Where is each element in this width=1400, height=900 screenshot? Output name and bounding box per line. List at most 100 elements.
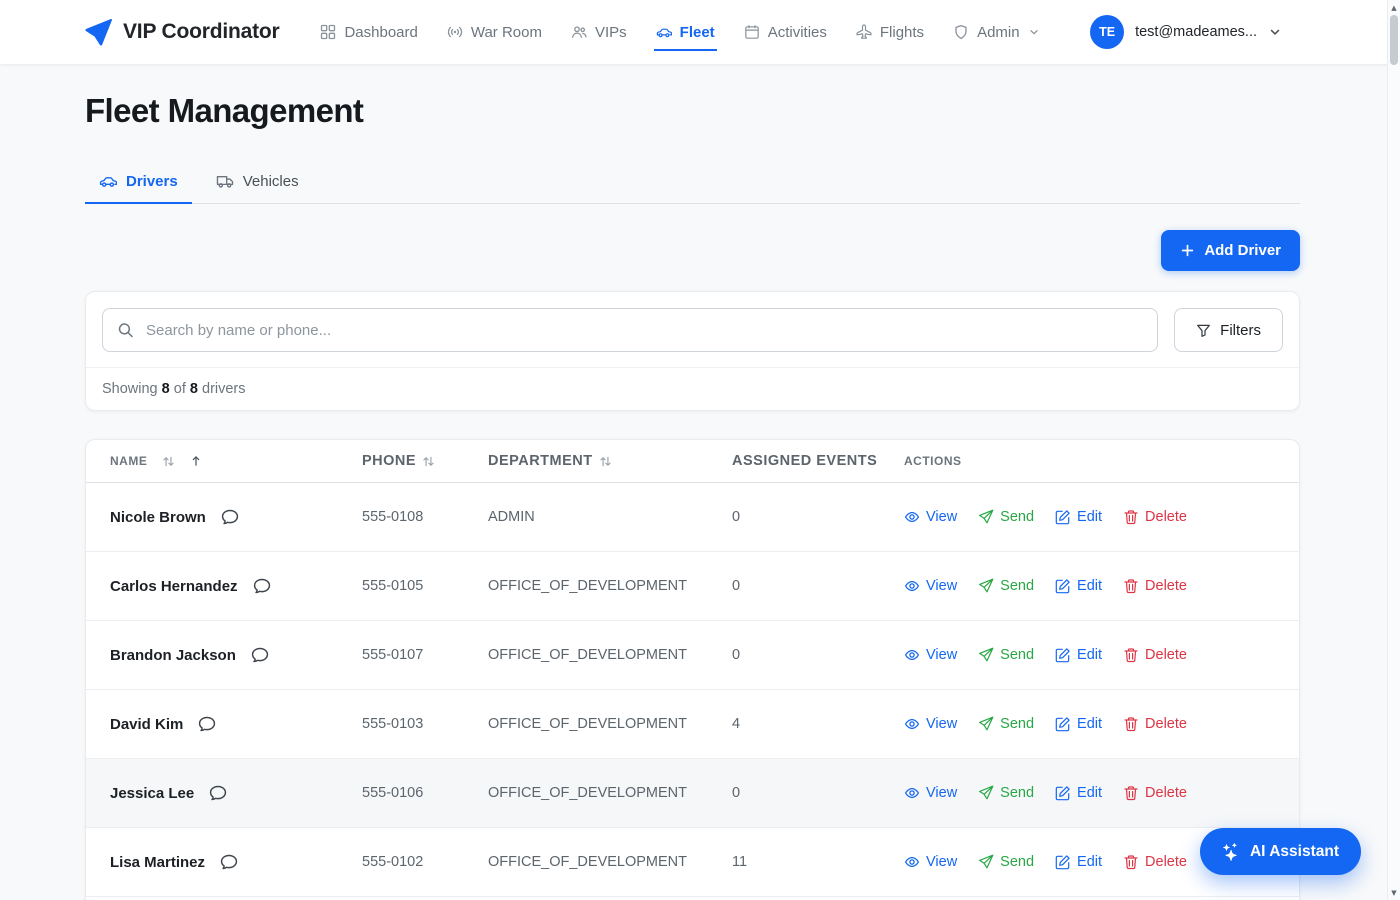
send-icon [978,578,994,594]
main-nav: Dashboard War Room VIPs Fleet Activities… [309,17,1090,48]
ai-assistant-label: AI Assistant [1250,843,1339,861]
driver-department: ADMIN [488,509,732,525]
edit-icon [1055,647,1071,663]
trash-icon [1123,854,1139,870]
name-cell: Carlos Hernandez [86,577,362,595]
edit-button[interactable]: Edit [1055,785,1102,801]
search-input[interactable] [102,308,1158,352]
view-button[interactable]: View [904,854,957,870]
column-header-actions: ACTIONS [904,454,1299,468]
driver-name: Brandon Jackson [110,647,236,664]
chat-button[interactable] [251,646,269,664]
edit-button[interactable]: Edit [1055,854,1102,870]
app-logo[interactable]: VIP Coordinator [85,19,279,46]
edit-button[interactable]: Edit [1055,509,1102,525]
view-button[interactable]: View [904,785,957,801]
trash-icon [1123,785,1139,801]
edit-icon [1055,716,1071,732]
send-icon [978,716,994,732]
table-header: NAME PHONE DEPARTMENT ASSIGNED EVENTS AC… [86,440,1299,483]
driver-assigned-events: 4 [732,716,904,732]
delete-button[interactable]: Delete [1123,509,1187,525]
chat-button[interactable] [253,577,271,595]
shown-count: 8 [162,381,170,397]
filters-button[interactable]: Filters [1174,308,1283,352]
send-button[interactable]: Send [978,578,1034,594]
tab-bar: Drivers Vehicles [85,163,1300,204]
avatar: TE [1090,15,1124,49]
chat-button[interactable] [198,715,216,733]
add-driver-button[interactable]: Add Driver [1161,230,1300,271]
send-button[interactable]: Send [978,647,1034,663]
row-actions: View Send Edit Delete [904,509,1299,525]
chat-button[interactable] [221,508,239,526]
delete-button[interactable]: Delete [1123,716,1187,732]
plus-icon [1180,243,1195,258]
ai-assistant-button[interactable]: AI Assistant [1200,828,1361,875]
driver-name: David Kim [110,716,183,733]
people-icon [571,24,587,40]
nav-item-flights[interactable]: Flights [845,17,935,48]
nav-item-activities[interactable]: Activities [733,17,838,48]
edit-button[interactable]: Edit [1055,647,1102,663]
tab-drivers[interactable]: Drivers [85,163,192,203]
nav-item-war-room[interactable]: War Room [436,17,553,48]
tab-label: Drivers [126,173,178,190]
nav-item-admin[interactable]: Admin [942,17,1051,48]
search-icon [117,322,134,339]
view-button[interactable]: View [904,509,957,525]
results-count: Showing 8 of 8 drivers [102,368,1283,397]
delete-button[interactable]: Delete [1123,578,1187,594]
sort-ascending-icon [190,455,202,467]
column-header-assigned-events: ASSIGNED EVENTS [732,453,904,469]
table-body: Nicole Brown 555-0108 ADMIN 0 View Send … [86,483,1299,897]
name-cell: Brandon Jackson [86,646,362,664]
chat-bubble-icon [220,853,238,871]
driver-name: Carlos Hernandez [110,578,238,595]
nav-item-fleet[interactable]: Fleet [645,17,726,48]
delete-button[interactable]: Delete [1123,647,1187,663]
car-icon [656,24,672,40]
table-row: Lisa Martinez 555-0102 OFFICE_OF_DEVELOP… [86,828,1299,897]
column-header-phone[interactable]: PHONE [362,453,488,469]
row-actions: View Send Edit Delete [904,578,1299,594]
chevron-down-icon [1028,26,1040,38]
search-box [102,308,1158,352]
view-button[interactable]: View [904,647,957,663]
send-button[interactable]: Send [978,716,1034,732]
driver-assigned-events: 0 [732,647,904,663]
send-button[interactable]: Send [978,785,1034,801]
column-header-name[interactable]: NAME [86,454,362,468]
table-row: Brandon Jackson 555-0107 OFFICE_OF_DEVEL… [86,621,1299,690]
delete-button[interactable]: Delete [1123,854,1187,870]
edit-button[interactable]: Edit [1055,578,1102,594]
nav-item-dashboard[interactable]: Dashboard [309,17,428,48]
send-button[interactable]: Send [978,854,1034,870]
nav-label: VIPs [595,24,627,41]
view-button[interactable]: View [904,716,957,732]
driver-phone: 555-0107 [362,647,488,663]
chat-button[interactable] [209,784,227,802]
edit-button[interactable]: Edit [1055,716,1102,732]
chat-button[interactable] [220,853,238,871]
nav-item-vips[interactable]: VIPs [560,17,638,48]
user-menu[interactable]: TE test@madeames... [1090,15,1282,49]
scroll-up-arrow-icon[interactable]: ▲ [1388,1,1400,14]
scroll-down-arrow-icon[interactable]: ▼ [1388,886,1400,899]
delete-button[interactable]: Delete [1123,785,1187,801]
driver-department: OFFICE_OF_DEVELOPMENT [488,578,732,594]
scrollbar[interactable]: ▲ ▼ [1387,0,1400,900]
edit-icon [1055,509,1071,525]
tab-vehicles[interactable]: Vehicles [202,163,313,203]
scrollbar-thumb[interactable] [1390,15,1398,65]
filters-label: Filters [1220,322,1261,339]
driver-name: Lisa Martinez [110,854,205,871]
sort-icon [162,455,175,468]
send-icon [978,647,994,663]
add-driver-label: Add Driver [1204,242,1281,259]
send-button[interactable]: Send [978,509,1034,525]
driver-phone: 555-0103 [362,716,488,732]
column-header-department[interactable]: DEPARTMENT [488,453,732,469]
view-button[interactable]: View [904,578,957,594]
row-actions: View Send Edit Delete [904,716,1299,732]
